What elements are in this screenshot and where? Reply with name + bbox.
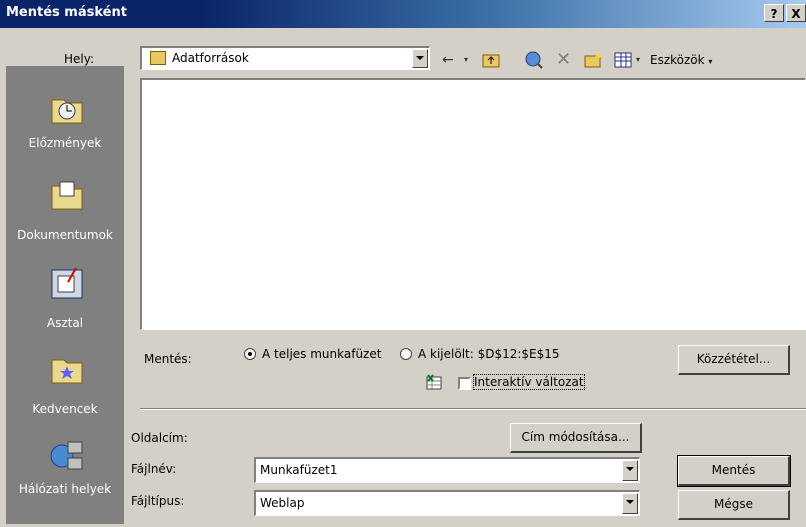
interactive-checkbox[interactable] bbox=[458, 377, 471, 390]
search-web-icon[interactable] bbox=[524, 48, 544, 72]
filetype-combo[interactable]: Weblap bbox=[254, 490, 640, 516]
tools-menu-label: Eszközök bbox=[650, 53, 705, 67]
option-workbook-label[interactable]: A teljes munkafüzet bbox=[262, 347, 381, 361]
location-dropdown-arrow[interactable] bbox=[412, 49, 428, 68]
place-desktop-label: Asztal bbox=[46, 316, 84, 330]
radio-selection[interactable] bbox=[400, 348, 412, 360]
favorites-folder-icon bbox=[51, 359, 83, 384]
folder-icon bbox=[150, 51, 166, 65]
location-combo[interactable]: Adatforrások bbox=[140, 46, 430, 70]
change-title-button[interactable]: Cím módosítása... bbox=[510, 423, 642, 453]
filename-value: Munkafüzet1 bbox=[260, 463, 338, 477]
filename-dropdown-arrow[interactable] bbox=[622, 460, 638, 481]
filetype-label: Fájltípus: bbox=[131, 494, 185, 508]
filetype-dropdown-arrow[interactable] bbox=[622, 493, 638, 514]
close-button[interactable]: X bbox=[786, 4, 806, 22]
publish-button[interactable]: Közzététel... bbox=[678, 345, 790, 375]
back-dropdown-icon[interactable]: ▾ bbox=[464, 48, 468, 72]
save-options-label: Mentés: bbox=[144, 352, 192, 366]
network-places-icon bbox=[50, 441, 83, 470]
documents-folder-icon bbox=[51, 181, 83, 210]
views-icon[interactable] bbox=[614, 48, 632, 72]
page-title-label: Oldalcím: bbox=[131, 431, 188, 445]
tools-dropdown-icon: ▾ bbox=[708, 57, 713, 66]
file-list[interactable] bbox=[140, 78, 806, 330]
title-bar: Mentés másként ? X bbox=[0, 0, 806, 28]
filename-label: Fájlnév: bbox=[131, 462, 177, 476]
radio-entire-workbook[interactable] bbox=[244, 348, 256, 360]
place-favorites-label: Kedvencek bbox=[32, 402, 98, 416]
history-icon bbox=[51, 99, 83, 124]
place-documents-label: Dokumentumok bbox=[17, 228, 113, 242]
up-folder-icon[interactable] bbox=[482, 48, 500, 72]
help-button[interactable]: ? bbox=[764, 4, 784, 22]
location-value: Adatforrások bbox=[172, 51, 249, 65]
desktop-icon bbox=[51, 267, 83, 299]
new-folder-icon[interactable] bbox=[584, 48, 604, 72]
filetype-value: Weblap bbox=[260, 496, 305, 510]
option-selection-label[interactable]: A kijelölt: $D$12:$E$15 bbox=[418, 347, 560, 361]
delete-icon[interactable]: ✕ bbox=[556, 48, 571, 72]
location-label: Hely: bbox=[64, 52, 95, 66]
views-dropdown-icon[interactable]: ▾ bbox=[636, 48, 640, 72]
interactive-label[interactable]: Interaktív változat bbox=[473, 374, 585, 390]
back-icon[interactable]: ← bbox=[442, 48, 454, 72]
excel-interactive-icon bbox=[426, 374, 442, 390]
cancel-button[interactable]: Mégse bbox=[678, 490, 790, 520]
tools-menu[interactable]: Eszközök ▾ bbox=[650, 48, 712, 72]
save-button[interactable]: Mentés bbox=[677, 455, 791, 487]
save-as-dialog: Mentés másként ? X Hely: Adatforrások ← … bbox=[0, 0, 806, 527]
places-bar: Előzmények Dokumentumok Asztal Kedvencek… bbox=[6, 66, 124, 524]
separator bbox=[140, 408, 806, 410]
place-network-label: Hálózati helyek bbox=[18, 482, 112, 496]
filename-combo[interactable]: Munkafüzet1 bbox=[254, 457, 640, 483]
dialog-title: Mentés másként bbox=[6, 5, 127, 20]
place-history-label: Előzmények bbox=[28, 136, 102, 150]
